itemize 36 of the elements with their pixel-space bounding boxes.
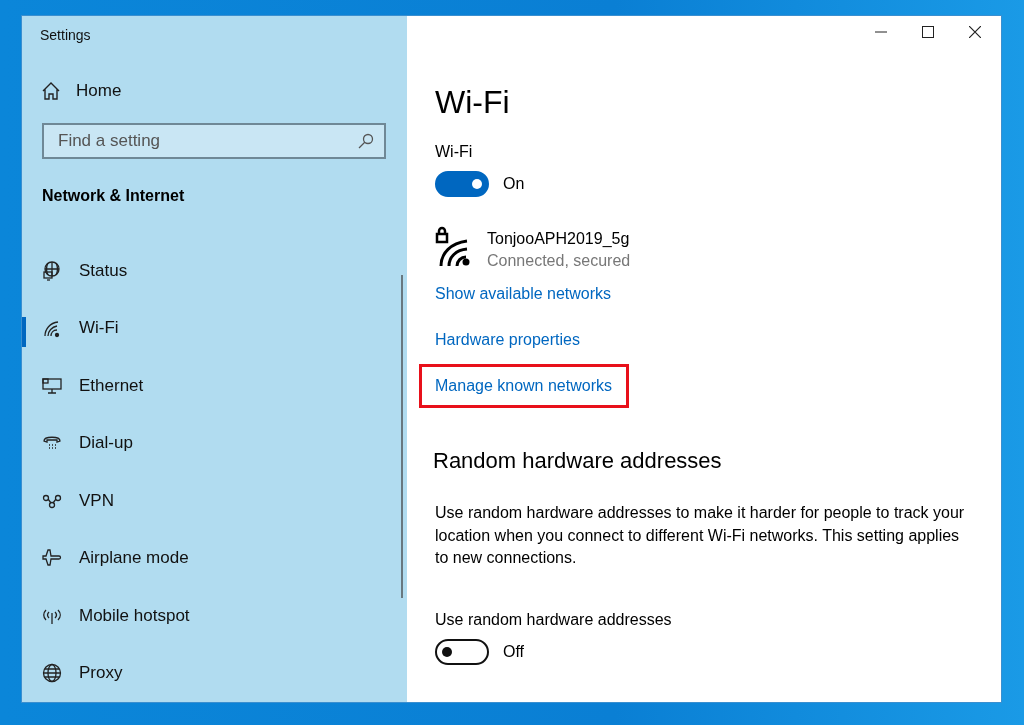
section-heading: Random hardware addresses (433, 448, 722, 474)
globe-monitor-icon (42, 260, 62, 281)
network-status: Connected, secured (487, 252, 631, 270)
airplane-icon (42, 548, 62, 569)
nav-item[interactable]: Mobile hotspot (22, 587, 382, 645)
setting-label: Use random hardware addresses (435, 610, 672, 629)
search-field[interactable]: Find a setting (42, 123, 386, 159)
toggle-state: On (503, 175, 525, 193)
window-title: Settings (39, 26, 92, 45)
toggle-switch[interactable] (435, 638, 489, 665)
section-heading: Network & Internet (42, 187, 185, 205)
settings-link[interactable]: Show available networks (435, 285, 612, 303)
monitor-icon (42, 375, 62, 396)
nav-item[interactable]: Ethernet (22, 357, 382, 415)
setting-label: Wi-Fi (435, 143, 473, 161)
nav-item[interactable]: Dial-up (22, 414, 382, 472)
settings-link[interactable]: Manage known networks (422, 367, 626, 405)
toggle-switch[interactable] (435, 171, 489, 197)
nav-item[interactable]: Proxy (22, 644, 382, 702)
nav-item[interactable]: Wi-Fi (22, 299, 382, 357)
home-icon (42, 82, 60, 100)
home-link[interactable]: Home (42, 81, 122, 101)
globe-icon (42, 663, 62, 684)
toggle-state: Off (503, 642, 525, 661)
nav-item[interactable]: Status (22, 242, 382, 300)
scrollbar[interactable] (401, 275, 403, 598)
nav-item[interactable]: VPN (22, 472, 382, 530)
nav-item[interactable]: Airplane mode (22, 529, 382, 587)
wifi-icon (42, 318, 62, 339)
page-title: Wi-Fi (435, 84, 510, 121)
maximize-icon[interactable] (922, 26, 934, 38)
search-icon (358, 133, 374, 149)
network-name: TonjooAPH2019_5g (487, 230, 631, 248)
description-text: Use random hardware addresses to make it harder for people to track your location when you connect to different Wi-Fi networks. This setting applies to new connections. (435, 503, 965, 568)
settings-link[interactable]: Hardware properties (435, 331, 580, 349)
close-icon[interactable] (969, 26, 981, 38)
